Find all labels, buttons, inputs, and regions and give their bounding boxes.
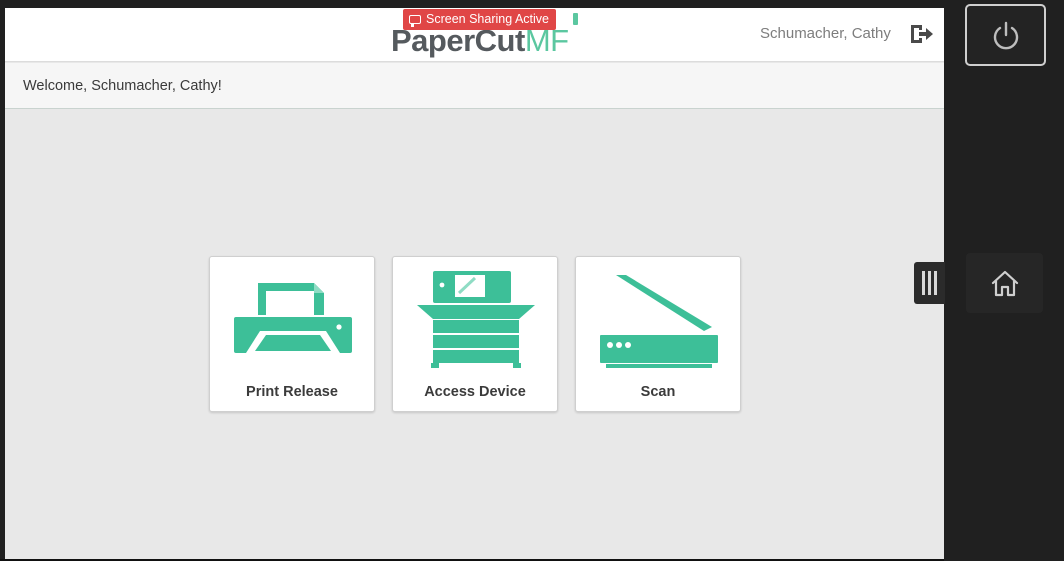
access-device-label: Access Device xyxy=(424,384,526,400)
welcome-bar: Welcome, Schumacher, Cathy! xyxy=(5,63,944,109)
power-button[interactable] xyxy=(965,4,1046,66)
printer-icon xyxy=(234,283,352,353)
share-indicator-tag xyxy=(573,13,578,25)
scanner-icon xyxy=(600,275,718,368)
print-release-tile[interactable]: Print Release xyxy=(209,256,375,412)
side-panel-handle[interactable] xyxy=(914,262,945,304)
scan-label: Scan xyxy=(640,384,676,400)
home-button[interactable] xyxy=(966,253,1043,313)
copier-icon xyxy=(417,271,535,368)
handle-bar xyxy=(934,271,937,295)
access-device-tile[interactable]: Access Device xyxy=(392,256,558,412)
welcome-message: Welcome, Schumacher, Cathy! xyxy=(23,78,222,94)
scan-tile[interactable]: Scan xyxy=(575,256,741,412)
power-icon xyxy=(993,21,1019,50)
handle-bar xyxy=(922,271,925,295)
home-icon xyxy=(991,270,1019,297)
username: Schumacher, Cathy xyxy=(760,25,891,42)
screen-sharing-label: Screen Sharing Active xyxy=(426,12,549,26)
device-frame: PaperCutMF Screen Sharing Active Schumac… xyxy=(0,0,1064,561)
screen-share-icon xyxy=(409,15,421,27)
top-bar: PaperCutMF Screen Sharing Active Schumac… xyxy=(5,8,944,62)
touch-screen: PaperCutMF Screen Sharing Active Schumac… xyxy=(5,8,944,559)
handle-bar xyxy=(928,271,931,295)
logout-icon[interactable] xyxy=(909,23,935,45)
print-release-label: Print Release xyxy=(246,384,338,400)
screen-sharing-badge: Screen Sharing Active xyxy=(403,9,556,30)
